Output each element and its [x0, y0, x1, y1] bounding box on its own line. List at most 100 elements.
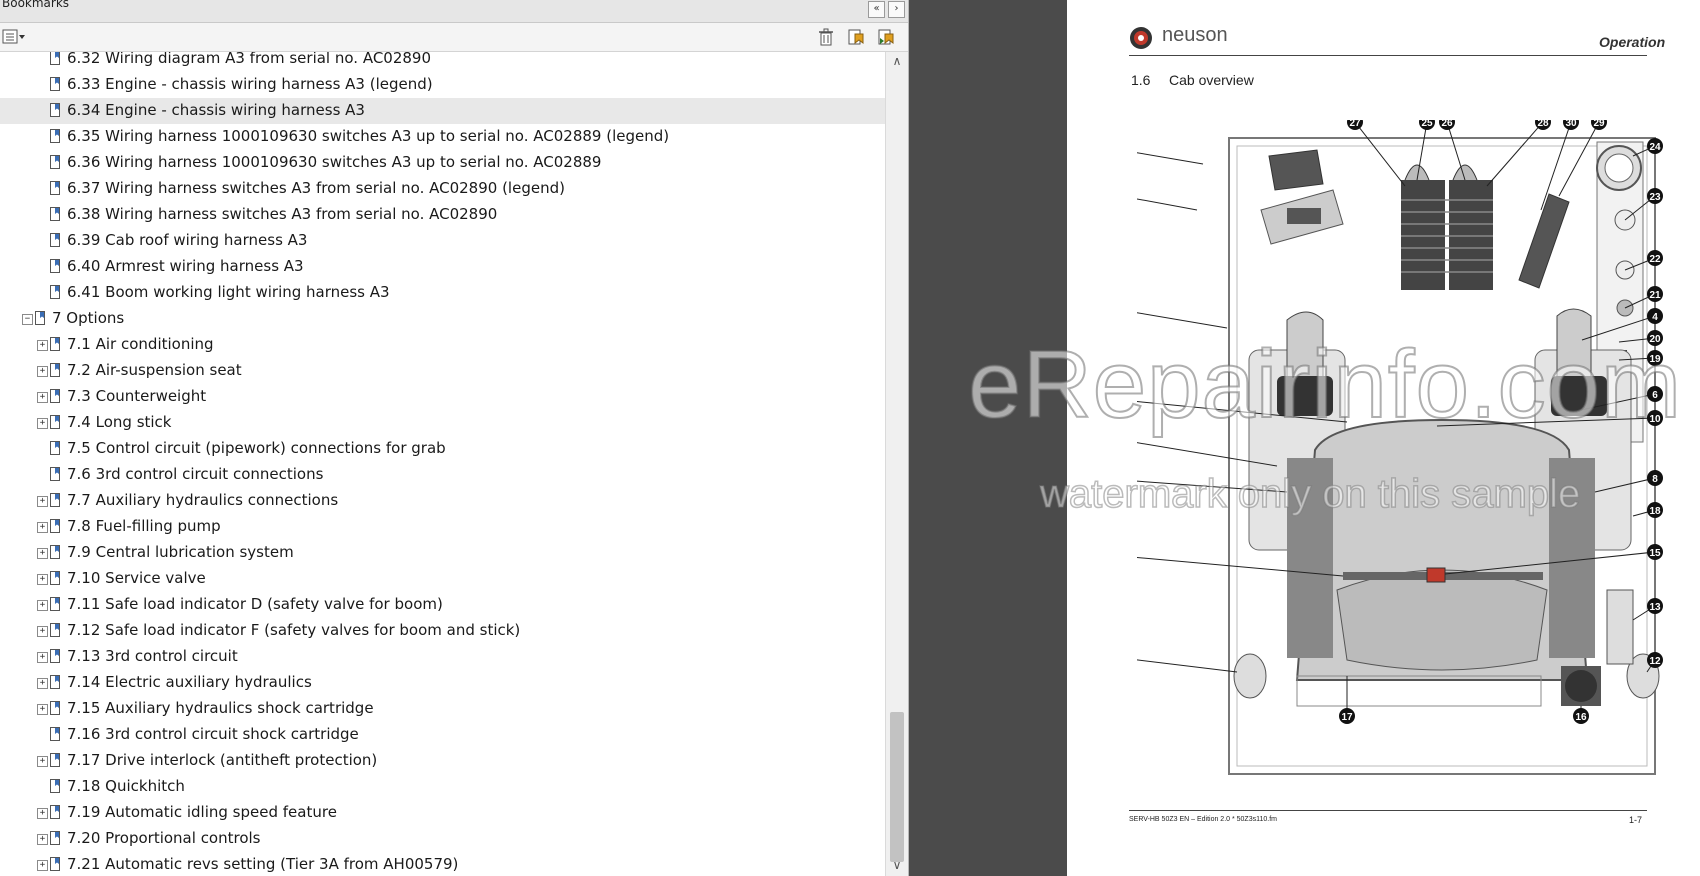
brand-name: neuson [1162, 24, 1228, 46]
callout-27: 27 [1347, 120, 1406, 187]
bookmark-item[interactable]: 6.37 Wiring harness switches A3 from ser… [0, 176, 885, 202]
bookmark-item[interactable]: 6.38 Wiring harness switches A3 from ser… [0, 202, 885, 228]
bookmark-label: 7.6 3rd control circuit connections [67, 465, 324, 483]
bookmark-item[interactable]: 6.39 Cab roof wiring harness A3 [0, 228, 885, 254]
bookmark-item[interactable]: 6.40 Armrest wiring harness A3 [0, 254, 885, 280]
expand-bookmark-icon[interactable] [876, 28, 896, 46]
close-panel-button[interactable]: › [888, 1, 905, 18]
auxiliary-pedal [1518, 193, 1570, 289]
bookmark-scrollbar[interactable]: ∧ ∨ [885, 52, 908, 876]
bookmark-item[interactable]: +7.4 Long stick [0, 410, 885, 436]
bookmark-item[interactable]: 6.34 Engine - chassis wiring harness A3 [0, 98, 885, 124]
collapse-icon[interactable]: − [22, 314, 33, 325]
bookmark-item[interactable]: +7.11 Safe load indicator D (safety valv… [0, 592, 885, 618]
bookmark-item[interactable]: +7.3 Counterweight [0, 384, 885, 410]
options-menu-icon[interactable] [2, 28, 28, 46]
bookmark-item[interactable]: +7.1 Air conditioning [0, 332, 885, 358]
expand-icon[interactable]: + [37, 652, 48, 663]
expand-icon[interactable]: + [37, 678, 48, 689]
bookmark-icon [50, 207, 60, 221]
bookmark-icon [50, 103, 60, 117]
bookmark-icon [50, 701, 60, 715]
expand-icon[interactable]: + [37, 366, 48, 377]
bookmark-icon [50, 467, 60, 481]
expand-icon[interactable]: + [37, 860, 48, 871]
svg-text:12: 12 [1649, 656, 1661, 667]
svg-text:8: 8 [1652, 474, 1658, 485]
bookmark-label: 7.19 Automatic idling speed feature [67, 803, 337, 821]
bookmark-item[interactable]: +7.15 Auxiliary hydraulics shock cartrid… [0, 696, 885, 722]
bookmark-item[interactable]: − 7 Options [0, 306, 885, 332]
bookmark-label: 7.8 Fuel-filling pump [67, 517, 221, 535]
scrollbar-thumb[interactable] [890, 712, 904, 862]
delete-icon[interactable] [816, 28, 836, 46]
scroll-up-icon[interactable]: ∧ [890, 54, 904, 68]
bookmark-item[interactable]: +7.10 Service valve [0, 566, 885, 592]
bookmark-icon [50, 545, 60, 559]
bookmark-item[interactable]: 6.32 Wiring diagram A3 from serial no. A… [0, 52, 885, 72]
radio-panel [1268, 149, 1324, 191]
bookmark-item[interactable]: 7.6 3rd control circuit connections [0, 462, 885, 488]
bookmark-item[interactable]: +7.17 Drive interlock (antitheft protect… [0, 748, 885, 774]
bookmark-item[interactable]: 6.35 Wiring harness 1000109630 switches … [0, 124, 885, 150]
bookmarks-toolbar [0, 23, 908, 52]
bookmark-item[interactable]: 6.41 Boom working light wiring harness A… [0, 280, 885, 306]
expand-icon[interactable]: + [37, 756, 48, 767]
bookmark-item[interactable]: 6.33 Engine - chassis wiring harness A3 … [0, 72, 885, 98]
svg-text:18: 18 [1649, 506, 1661, 517]
expand-icon[interactable]: + [37, 600, 48, 611]
new-bookmark-icon[interactable] [846, 28, 866, 46]
expand-icon[interactable]: + [37, 340, 48, 351]
bookmark-item[interactable]: +7.2 Air-suspension seat [0, 358, 885, 384]
watermark-main: eRepairinfo.com [967, 330, 1682, 439]
svg-text:27: 27 [1349, 120, 1361, 129]
expand-icon[interactable]: + [37, 392, 48, 403]
bookmark-item[interactable]: 7.16 3rd control circuit shock cartridge [0, 722, 885, 748]
expand-icon[interactable]: + [37, 574, 48, 585]
svg-text:16: 16 [1575, 712, 1587, 723]
svg-text:24: 24 [1649, 142, 1661, 153]
bookmark-item[interactable]: +7.9 Central lubrication system [0, 540, 885, 566]
bookmark-label: 7.15 Auxiliary hydraulics shock cartridg… [67, 699, 374, 717]
bookmark-label: 7.16 3rd control circuit shock cartridge [67, 725, 359, 743]
expand-icon[interactable]: + [37, 808, 48, 819]
callout-2: 2 [1137, 198, 1198, 211]
bookmark-icon [50, 415, 60, 429]
expand-icon[interactable]: + [37, 522, 48, 533]
svg-text:13: 13 [1649, 602, 1661, 613]
expand-icon[interactable]: + [37, 626, 48, 637]
bookmark-item[interactable]: +7.19 Automatic idling speed feature [0, 800, 885, 826]
bookmark-icon [50, 675, 60, 689]
callout-16: 16 [1573, 706, 1589, 724]
expand-icon[interactable]: + [37, 548, 48, 559]
bookmark-item[interactable]: 7.18 Quickhitch [0, 774, 885, 800]
bookmark-item[interactable]: 7.5 Control circuit (pipework) connectio… [0, 436, 885, 462]
section-title: Cab overview [1169, 72, 1254, 88]
bookmark-label: 6.37 Wiring harness switches A3 from ser… [67, 179, 565, 197]
bookmark-item[interactable]: +7.14 Electric auxiliary hydraulics [0, 670, 885, 696]
bookmark-label: 7.11 Safe load indicator D (safety valve… [67, 595, 443, 613]
expand-icon[interactable]: + [37, 704, 48, 715]
bookmark-icon [50, 337, 60, 351]
header-rule [1129, 55, 1647, 56]
bookmark-item[interactable]: +7.7 Auxiliary hydraulics connections [0, 488, 885, 514]
page-number: 1-7 [1629, 815, 1643, 825]
bookmark-item[interactable]: +7.20 Proportional controls [0, 826, 885, 852]
expand-icon[interactable]: + [37, 496, 48, 507]
bookmark-item[interactable]: +7.12 Safe load indicator F (safety valv… [0, 618, 885, 644]
bookmark-icon [50, 493, 60, 507]
expand-icon[interactable]: + [37, 834, 48, 845]
bookmark-item[interactable]: +7.13 3rd control circuit [0, 644, 885, 670]
callout-3: 3 [1137, 312, 1228, 329]
bookmark-tree: 6.32 Wiring diagram A3 from serial no. A… [0, 52, 885, 876]
bookmark-label: 7.2 Air-suspension seat [67, 361, 242, 379]
bookmark-item[interactable]: 6.36 Wiring harness 1000109630 switches … [0, 150, 885, 176]
bookmark-item[interactable]: +7.21 Automatic revs setting (Tier 3A fr… [0, 852, 885, 876]
bookmark-icon [50, 181, 60, 195]
bookmark-item[interactable]: +7.8 Fuel-filling pump [0, 514, 885, 540]
bookmark-icon [50, 285, 60, 299]
expand-icon[interactable]: + [37, 418, 48, 429]
scroll-down-icon[interactable]: ∨ [890, 858, 904, 872]
bookmark-label: 6.32 Wiring diagram A3 from serial no. A… [67, 52, 432, 67]
collapse-panel-button[interactable]: « [868, 1, 885, 18]
